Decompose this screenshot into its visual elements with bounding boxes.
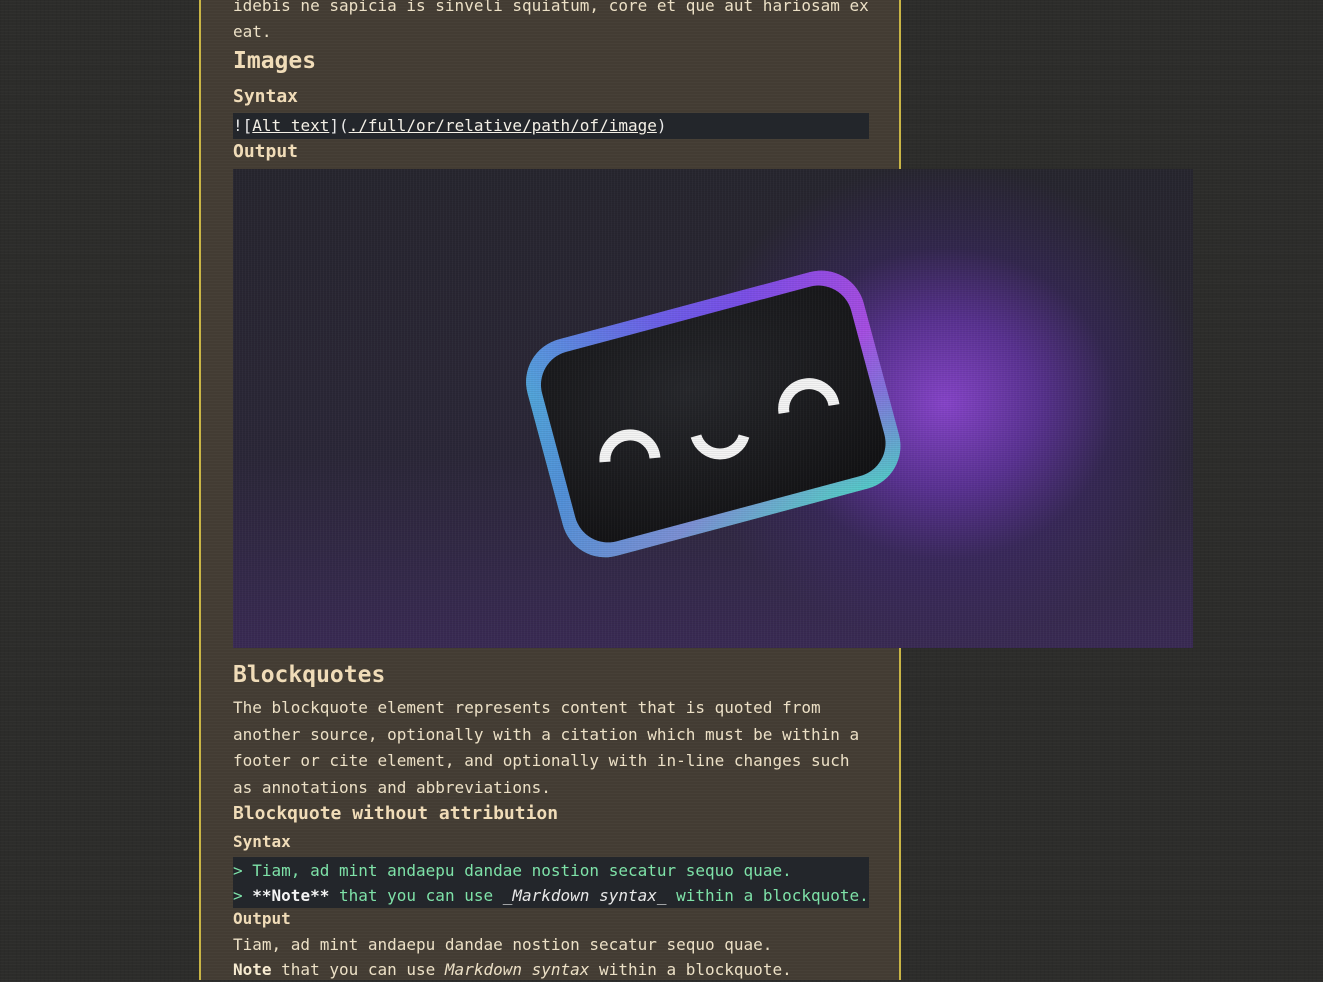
blockquote-code-end: within a blockquote.: [666, 886, 869, 905]
blockquote-code-line-2: > **Note** that you can use _Markdown sy…: [233, 883, 869, 908]
blockquote-output-label: Output: [233, 909, 291, 928]
images-code-block: ![Alt text](./full/or/relative/path/of/i…: [233, 113, 869, 139]
smiling-rounded-rectangle-logo-icon: [526, 270, 901, 558]
blockquote-code-block: > Tiam, ad mint andaepu dandae nostion s…: [233, 857, 869, 908]
code-close-paren: ): [656, 116, 667, 135]
blockquote-marker: >: [233, 886, 243, 905]
blockquote-code-emphasis: _Markdown syntax_: [502, 886, 667, 905]
blockquote-output-line-2: Note that you can use Markdown syntax wi…: [233, 957, 792, 982]
blockquote-syntax-label: Syntax: [233, 832, 291, 851]
output-image: [233, 169, 1193, 648]
previous-paragraph-line-1: idebis ne sapicia is sinveli squiatum, c…: [233, 0, 869, 15]
blockquote-output-line-1: Tiam, ad mint andaepu dandae nostion sec…: [233, 935, 773, 954]
blockquote-code-strong: **Note**: [242, 886, 330, 905]
code-image-path-link[interactable]: ./full/or/relative/path/of/image: [349, 116, 657, 135]
blockquote-code-text: Tiam, ad mint andaepu dandae nostion sec…: [242, 861, 792, 880]
blockquote-code-mid: that you can use: [329, 886, 503, 905]
code-open-bracket: [: [242, 116, 253, 135]
blockquote-without-attribution-heading: Blockquote without attribution: [233, 803, 559, 824]
blockquote-marker: >: [233, 861, 243, 880]
code-alt-text: Alt text: [252, 116, 330, 135]
blockquote-output-bold: Note: [233, 960, 272, 979]
blockquotes-heading: Blockquotes: [233, 662, 386, 688]
images-syntax-label: Syntax: [233, 86, 299, 107]
images-heading: Images: [233, 48, 317, 74]
blockquotes-description: The blockquote element represents conten…: [233, 698, 860, 797]
images-output-label: Output: [233, 141, 299, 162]
code-bang: !: [233, 116, 243, 135]
previous-paragraph: idebis ne sapicia is sinveli squiatum, c…: [233, 0, 873, 45]
previous-paragraph-line-2: eat.: [233, 22, 272, 41]
blockquote-output-italic: Markdown syntax: [444, 960, 590, 979]
code-close-bracket: ](: [329, 116, 349, 135]
blockquote-code-line-1: > Tiam, ad mint andaepu dandae nostion s…: [233, 858, 869, 883]
blockquote-output-mid: that you can use: [271, 960, 445, 979]
blockquote-output-end: within a blockquote.: [589, 960, 792, 979]
